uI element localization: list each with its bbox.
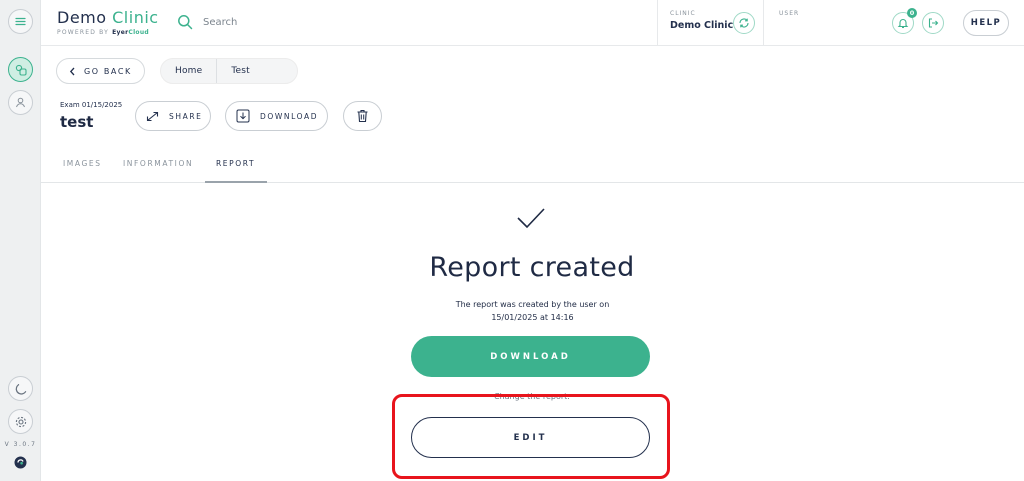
brand: Demo Clinic POWERED BY EyerCloud [57,8,159,36]
eyer-text: Eyer [112,29,129,36]
share-icon [146,111,159,121]
active-tab-indicator [205,181,267,183]
user-label: USER [779,10,800,17]
checkmark-icon [517,208,545,229]
download-report-button[interactable]: DOWNLOAD [411,336,650,377]
brand-title: Demo Clinic [57,8,159,27]
menu-icon [15,17,26,26]
help-button[interactable]: HELP [963,10,1009,36]
report-description-line2: 15/01/2025 at 14:16 [491,313,574,322]
user-section: USER [779,10,799,17]
brand-title-part1: Demo [57,8,113,27]
sidebar-item-patients[interactable] [8,57,33,82]
sidebar-item-user[interactable] [8,90,33,115]
download-exam-label: DOWNLOAD [260,111,319,121]
share-button[interactable]: SHARE [135,101,211,131]
settings-button[interactable] [8,409,33,434]
refresh-icon [739,18,749,28]
delete-button[interactable] [343,101,382,131]
breadcrumb-home[interactable]: Home [161,59,218,83]
report-description: The report was created by the user on 15… [420,298,645,324]
patients-icon [15,64,27,76]
exam-date: Exam 01/15/2025 [60,101,123,109]
clinic-selector[interactable]: CLINIC Demo Clinic [670,10,733,31]
search-bar[interactable]: Search [177,14,237,30]
chevron-left-icon [69,67,75,75]
brand-title-part2: Clinic [112,8,159,27]
header-divider [657,0,658,46]
powered-by: POWERED BY EyerCloud [57,29,159,36]
exam-tabs: IMAGES INFORMATION REPORT [41,150,1024,183]
tab-images[interactable]: IMAGES [63,159,102,168]
download-icon [236,109,250,123]
switch-clinic-button[interactable] [733,12,755,34]
breadcrumb-test[interactable]: Test [217,59,264,83]
search-input[interactable]: Search [203,17,237,28]
clinic-name: Demo Clinic [670,20,734,31]
tab-information[interactable]: INFORMATION [123,159,193,168]
logout-button[interactable] [922,12,944,34]
trash-icon [357,109,368,123]
report-title: Report created [429,252,635,283]
menu-button[interactable] [8,9,33,34]
version-label: V 3.0.7 [4,441,37,448]
highlight-box [392,394,670,479]
powered-by-text: POWERED BY [57,29,110,36]
share-label: SHARE [169,111,203,121]
report-description-line1: The report was created by the user on [455,300,610,309]
sidebar: V 3.0.7 [0,0,41,481]
notifications-button[interactable]: 0 [892,8,917,34]
bell-icon [897,19,909,29]
tab-report[interactable]: REPORT [216,159,255,168]
go-back-button[interactable]: GO BACK [56,58,145,84]
gear-icon [15,416,26,427]
user-icon [16,97,25,108]
download-exam-button[interactable]: DOWNLOAD [225,101,328,131]
logout-icon [928,18,939,28]
breadcrumb: Home Test [160,58,298,84]
exam-name: test [60,113,94,131]
eyer-logo-icon [14,456,27,469]
cloud-text: Cloud [128,29,150,36]
app: V 3.0.7 Demo Clinic POWERED BY EyerCloud… [0,0,1024,481]
go-back-label: GO BACK [84,66,132,76]
clinic-label: CLINIC [670,10,696,17]
notification-badge: 0 [907,8,917,18]
search-icon [178,15,193,30]
header-divider-2 [763,0,764,46]
top-header: Demo Clinic POWERED BY EyerCloud Search … [41,0,1024,46]
